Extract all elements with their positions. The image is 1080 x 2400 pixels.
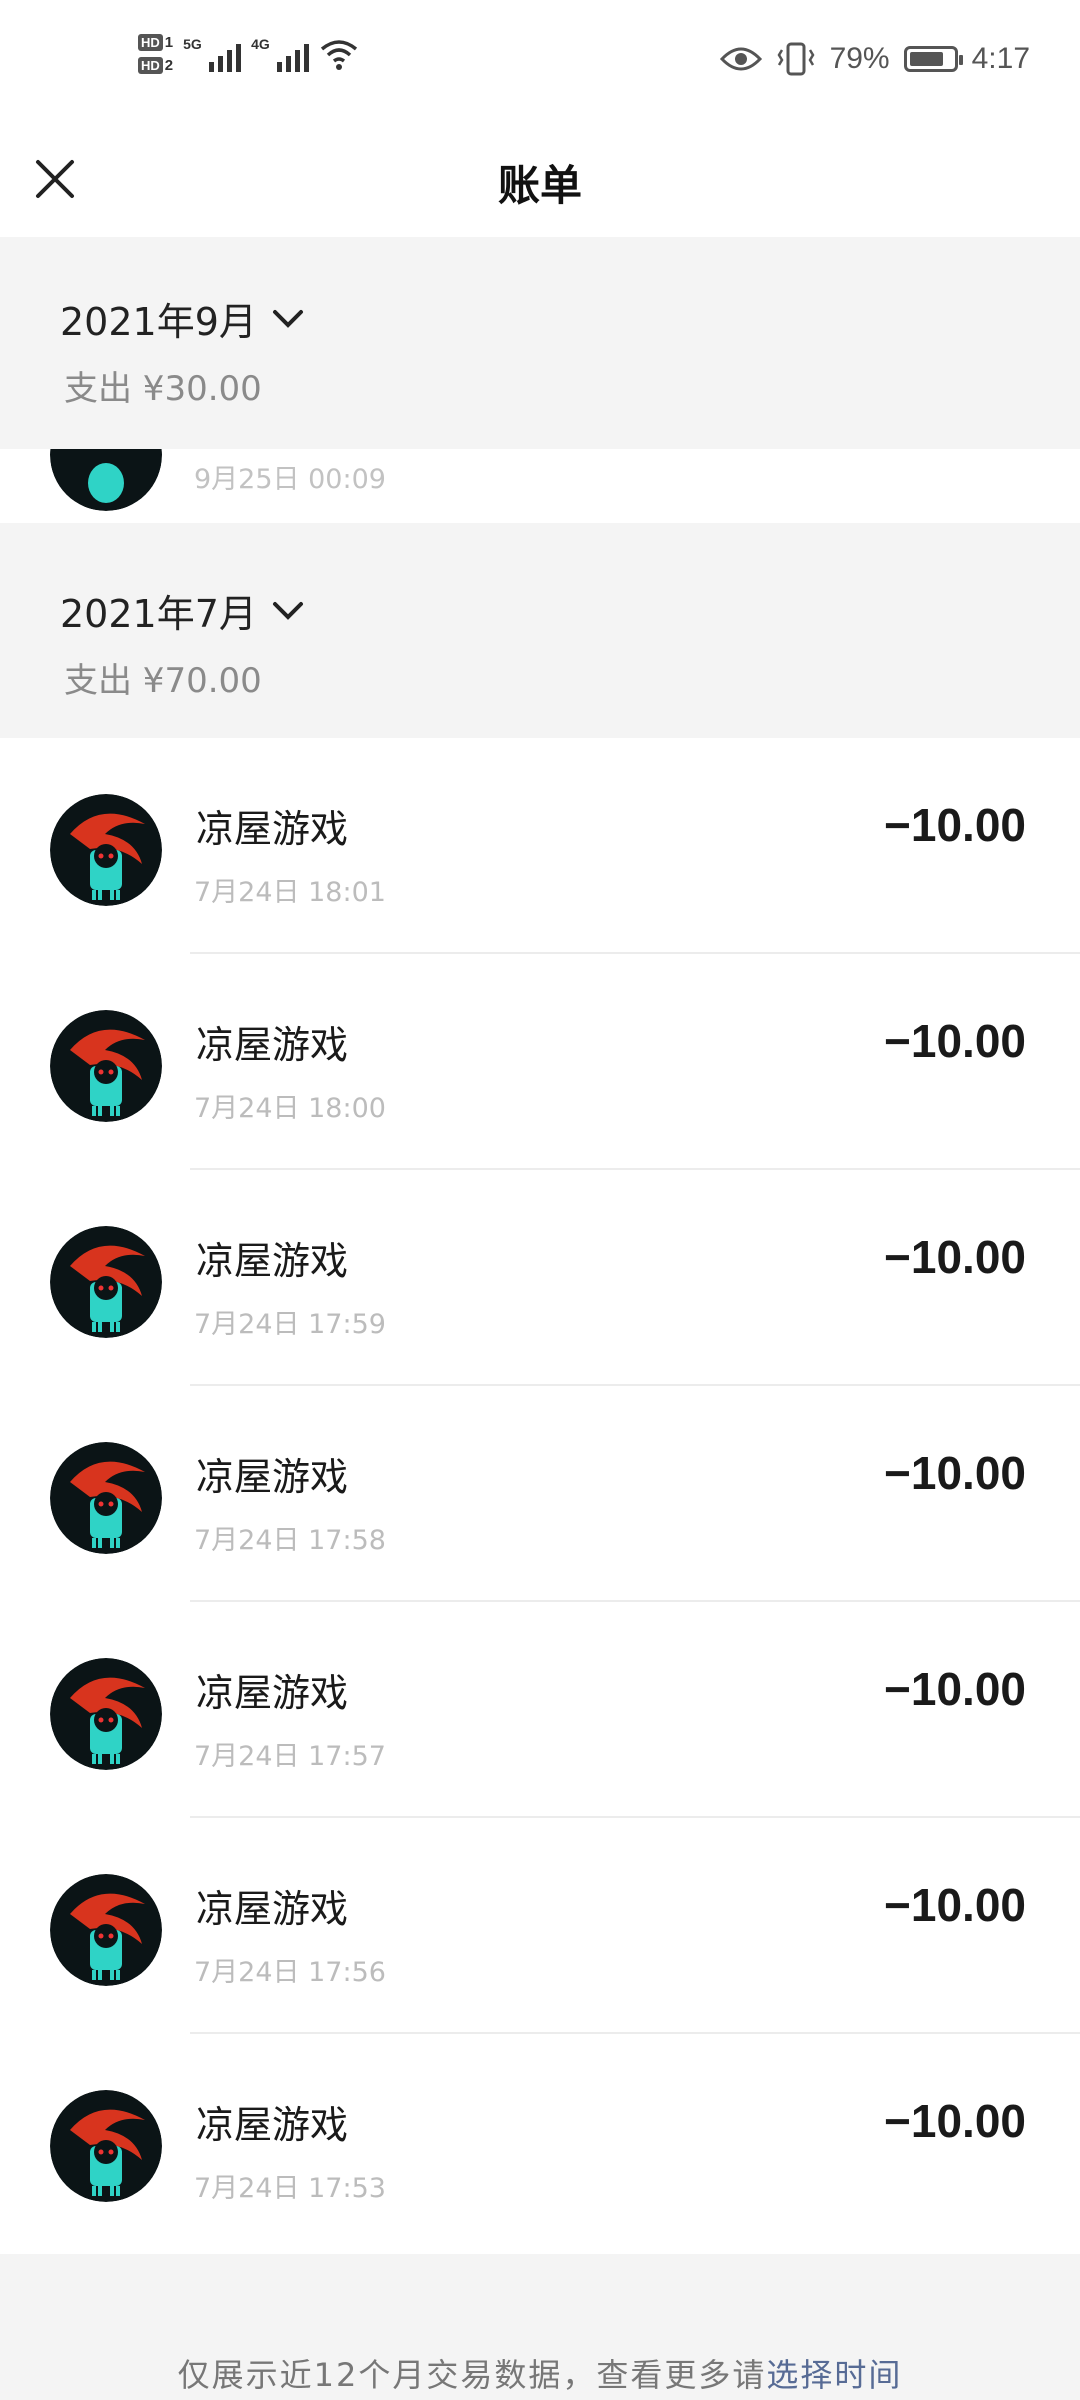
- network-type-2: 4G: [251, 36, 270, 52]
- month-selector[interactable]: 2021年7月: [60, 583, 305, 638]
- merchant-avatar: [50, 794, 162, 906]
- month-selector[interactable]: 2021年9月: [60, 291, 305, 346]
- merchant-name: 凉屋游戏: [196, 1887, 349, 1931]
- transaction-row[interactable]: 凉屋游戏 7月24日 17:56 −10.00: [0, 1818, 1080, 2034]
- transaction-time: 7月24日 17:53: [194, 2173, 386, 2204]
- transaction-row[interactable]: 凉屋游戏 7月24日 18:01 −10.00: [0, 738, 1080, 954]
- sim2-number: 2: [164, 57, 174, 74]
- signal-bars-1: [209, 44, 242, 72]
- month-label: 2021年9月: [60, 300, 257, 344]
- merchant-avatar: [50, 1442, 162, 1554]
- transaction-time: 7月24日 17:59: [194, 1309, 386, 1340]
- merchant-name: 凉屋游戏: [196, 2103, 349, 2147]
- merchant-avatar: [50, 1010, 162, 1122]
- transaction-amount: −10.00: [884, 1447, 1026, 1499]
- transaction-amount: −10.00: [884, 1231, 1026, 1283]
- transaction-row[interactable]: 凉屋游戏 7月24日 17:58 −10.00: [0, 1386, 1080, 1602]
- merchant-avatar: [50, 1226, 162, 1338]
- footer-notice: 仅展示近12个月交易数据，查看更多请选择时间: [0, 2350, 1080, 2396]
- merchant-name: 凉屋游戏: [196, 1671, 349, 1715]
- status-right: 79% 4:17: [719, 42, 1030, 76]
- transaction-row[interactable]: 凉屋游戏 7月24日 17:59 −10.00: [0, 1170, 1080, 1386]
- transaction-time: 7月24日 18:00: [194, 1093, 386, 1124]
- month-label: 2021年7月: [60, 592, 257, 636]
- signal-icon: 4G: [251, 36, 310, 72]
- clock: 4:17: [971, 42, 1030, 75]
- merchant-avatar: [50, 1658, 162, 1770]
- transaction-row[interactable]: 凉屋游戏 7月24日 17:53 −10.00: [0, 2034, 1080, 2250]
- month-expense-total: 支出 ¥30.00: [64, 369, 262, 409]
- signal-bars-2: [277, 44, 310, 72]
- transaction-time: 7月24日 17:57: [194, 1741, 386, 1772]
- merchant-avatar: [50, 2090, 162, 2202]
- transaction-list: 凉屋游戏 7月24日 18:01 −10.00 凉屋游戏 7月24日 18:00…: [0, 738, 1080, 2250]
- month-header-sep: 2021年9月 支出 ¥30.00: [0, 237, 1080, 449]
- transaction-amount: −10.00: [884, 1015, 1026, 1067]
- merchant-name: 凉屋游戏: [196, 1023, 349, 1067]
- transaction-time: 7月24日 17:58: [194, 1525, 386, 1556]
- transaction-row-partial[interactable]: 9月25日 00:09: [0, 449, 1080, 523]
- merchant-name: 凉屋游戏: [196, 1239, 349, 1283]
- battery-level-fill: [909, 52, 943, 66]
- merchant-name: 凉屋游戏: [196, 1455, 349, 1499]
- footer-text: 仅展示近12个月交易数据，查看更多请: [177, 2356, 767, 2394]
- transaction-row[interactable]: 凉屋游戏 7月24日 18:00 −10.00: [0, 954, 1080, 1170]
- sim-indicators: HD 1 HD 2: [138, 34, 173, 74]
- month-expense-total: 支出 ¥70.00: [64, 661, 262, 701]
- sim1-hd-badge: HD: [138, 34, 163, 51]
- chevron-down-icon: [272, 309, 303, 328]
- sim2-hd-badge: HD: [138, 57, 163, 74]
- sim2-indicator: HD 2: [138, 57, 173, 74]
- sim1-indicator: HD 1: [138, 34, 173, 51]
- merchant-avatar: [50, 449, 162, 511]
- select-time-link[interactable]: 选择时间: [766, 2356, 902, 2394]
- battery-percent: 79%: [829, 42, 890, 75]
- transaction-amount: −10.00: [884, 1879, 1026, 1931]
- merchant-avatar: [50, 1874, 162, 1986]
- vibrate-icon: [777, 42, 815, 76]
- sim1-number: 1: [164, 34, 174, 51]
- nav-bar: 账单: [0, 130, 1080, 237]
- merchant-name: 凉屋游戏: [196, 807, 349, 851]
- transaction-time: 7月24日 17:56: [194, 1957, 386, 1988]
- transaction-time: 7月24日 18:01: [194, 877, 386, 908]
- wifi-icon: [321, 40, 358, 70]
- transaction-time: 9月25日 00:09: [194, 464, 386, 495]
- signal-icon: 5G: [183, 36, 242, 72]
- footer: 仅展示近12个月交易数据，查看更多请选择时间: [0, 2254, 1080, 2400]
- battery-icon: [903, 46, 963, 72]
- transaction-row[interactable]: 凉屋游戏 7月24日 17:57 −10.00: [0, 1602, 1080, 1818]
- page-title: 账单: [497, 161, 582, 210]
- network-type-1: 5G: [183, 36, 202, 52]
- transaction-amount: −10.00: [884, 2095, 1026, 2147]
- transaction-amount: −10.00: [884, 1663, 1026, 1715]
- month-header-jul: 2021年7月 支出 ¥70.00: [0, 523, 1080, 738]
- status-bar: HD 1 HD 2 5G 4G 79% 4:17: [0, 0, 1080, 130]
- transaction-amount: −10.00: [884, 799, 1026, 851]
- eye-icon: [719, 47, 762, 71]
- chevron-down-icon: [272, 601, 303, 620]
- status-left: HD 1 HD 2 5G 4G: [138, 34, 359, 74]
